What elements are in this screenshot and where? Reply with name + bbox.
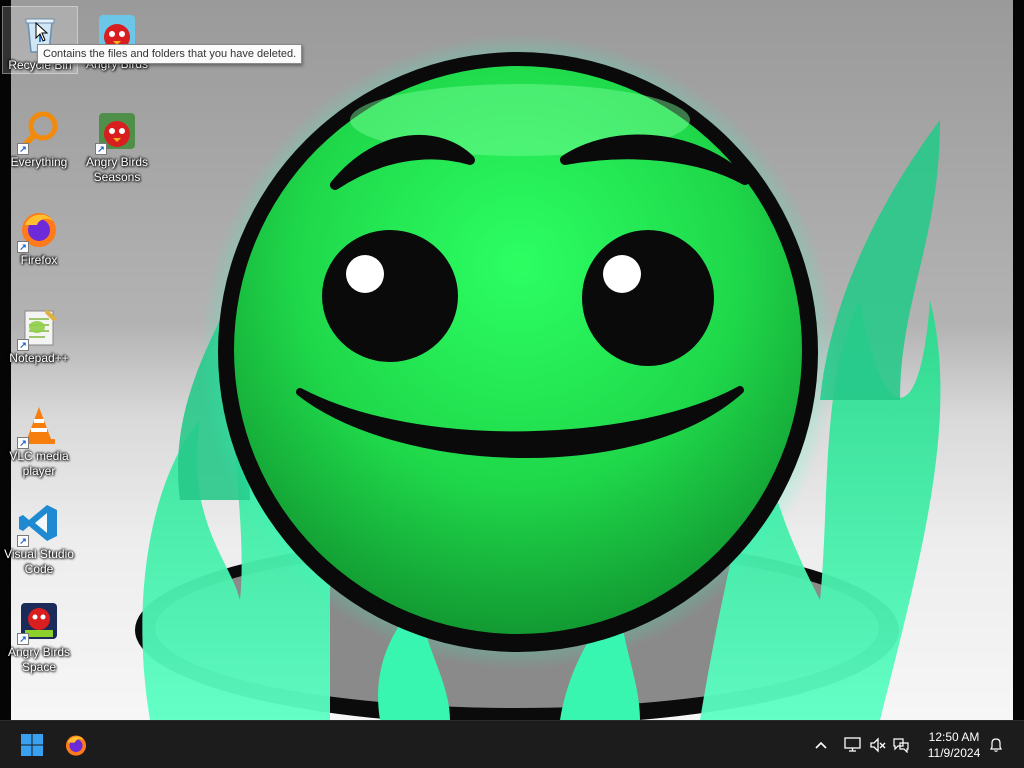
notifications-button[interactable] xyxy=(984,733,1008,757)
desktop-icon-label: Everything xyxy=(10,155,68,169)
desktop-icon-angry-birds-space[interactable]: ↗ Angry Birds Space xyxy=(2,594,76,675)
show-hidden-icons-button[interactable] xyxy=(809,733,833,757)
angry-birds-seasons-icon: ↗ xyxy=(95,109,139,155)
chat-button[interactable] xyxy=(889,733,913,757)
desktop-icon-label: VLC media player xyxy=(9,449,69,478)
desktop-icon-label: Visual Studio Code xyxy=(4,547,74,576)
volume-muted-icon xyxy=(870,737,886,753)
windows-start-icon xyxy=(21,734,43,756)
taskbar-firefox-button[interactable] xyxy=(58,727,94,763)
recycle-bin-tooltip: Contains the files and folders that you … xyxy=(37,44,303,64)
desktop-icon-notepad-plus-plus[interactable]: ↗ Notepad++ xyxy=(2,300,76,366)
chevron-up-icon xyxy=(815,741,827,749)
desktop-icon-label: Notepad++ xyxy=(9,351,69,365)
desktop-icon-everything[interactable]: ↗ Everything xyxy=(2,104,76,170)
desktop-icon-angry-birds-seasons[interactable]: ↗ Angry Birds Seasons xyxy=(80,104,154,185)
network-icon xyxy=(844,737,861,752)
desktop[interactable]: Recycle Bin Angry Birds ↗ Everything ↗ A… xyxy=(0,0,1024,720)
chat-icon xyxy=(893,738,909,753)
desktop-icon-vlc[interactable]: ↗ VLC media player xyxy=(2,398,76,479)
network-status-button[interactable] xyxy=(841,733,865,757)
desktop-icon-firefox[interactable]: ↗ Firefox xyxy=(2,202,76,268)
angry-birds-space-icon: ↗ xyxy=(17,599,61,645)
firefox-icon: ↗ xyxy=(17,207,61,253)
volume-button[interactable] xyxy=(866,733,890,757)
firefox-icon xyxy=(65,735,87,756)
clock-time: 12:50 AM xyxy=(928,730,980,744)
everything-search-icon: ↗ xyxy=(17,109,61,155)
taskbar: 12:50 AM 11/9/2024 xyxy=(0,720,1024,768)
bell-icon xyxy=(990,738,1002,752)
desktop-icon-vscode[interactable]: ↗ Visual Studio Code xyxy=(2,496,76,577)
start-button[interactable] xyxy=(14,727,50,763)
desktop-icon-label: Angry Birds Space xyxy=(7,645,71,674)
vlc-icon: ↗ xyxy=(17,403,61,449)
notepad-plus-plus-icon: ↗ xyxy=(17,305,61,351)
vscode-icon: ↗ xyxy=(17,501,61,547)
desktop-icon-label: Angry Birds Seasons xyxy=(85,155,149,184)
mouse-cursor-icon xyxy=(35,22,49,42)
taskbar-clock[interactable]: 12:50 AM 11/9/2024 xyxy=(918,729,990,761)
desktop-icon-label: Firefox xyxy=(20,253,58,267)
clock-date: 11/9/2024 xyxy=(927,746,981,760)
